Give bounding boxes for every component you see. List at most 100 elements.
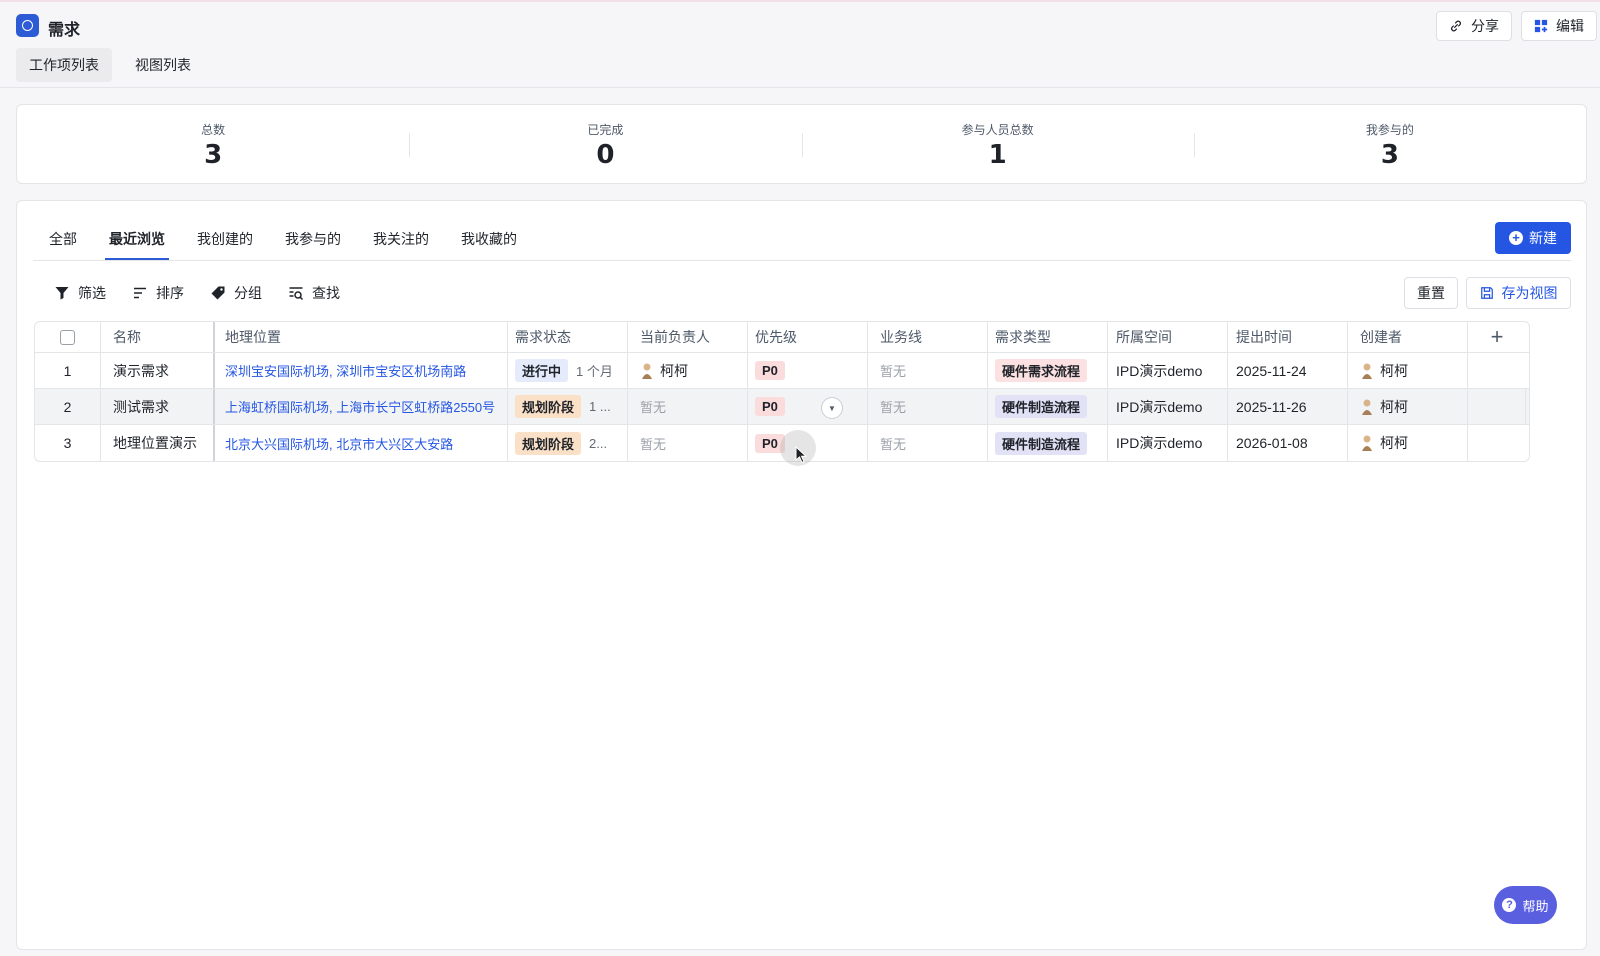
select-all-checkbox[interactable] <box>60 329 75 345</box>
save-view-button[interactable]: 存为视图 <box>1466 277 1571 309</box>
row-status[interactable]: 进行中 1 个月 <box>508 353 628 388</box>
row-business[interactable]: 暂无 <box>868 353 988 388</box>
business-value: 暂无 <box>880 436 907 452</box>
find-button[interactable]: 查找 <box>275 277 353 309</box>
creator-name: 柯柯 <box>1380 362 1408 379</box>
row-type[interactable]: 硬件制造流程 <box>988 425 1108 461</box>
header-status[interactable]: 需求状态 <box>508 322 628 352</box>
stat-value: 0 <box>596 140 615 170</box>
tab-recent[interactable]: 最近浏览 <box>93 219 181 260</box>
status-badge: 规划阶段 <box>515 395 582 418</box>
edit-button[interactable]: 编辑 <box>1521 11 1597 41</box>
row-time: 2025-11-24 <box>1228 353 1348 388</box>
tab-work-items[interactable]: 工作项列表 <box>16 48 112 82</box>
header-name[interactable]: 名称 <box>101 322 215 352</box>
row-location[interactable]: 上海虹桥国际机场, 上海市长宁区虹桥路2550号 <box>215 389 508 424</box>
row-space: IPD演示demo <box>1108 425 1228 461</box>
page-header: 需求 分享 编辑 工作项列表 视图列表 <box>0 2 1600 88</box>
location-link[interactable]: 深圳宝安国际机场, 深圳市宝安区机场南路 <box>225 361 466 380</box>
filter-icon <box>55 287 69 300</box>
avatar <box>1362 435 1372 451</box>
grid-edit-icon <box>1534 19 1548 33</box>
tab-created-by-me[interactable]: 我创建的 <box>181 219 269 259</box>
select-all-cell <box>35 322 101 352</box>
row-business[interactable]: 暂无 <box>868 389 988 424</box>
add-column-button[interactable]: + <box>1468 322 1526 352</box>
row-priority[interactable]: P0 <box>748 389 868 424</box>
row-name[interactable]: 演示需求 <box>101 353 215 388</box>
avatar <box>642 363 652 379</box>
row-business[interactable]: 暂无 <box>868 425 988 461</box>
share-label: 分享 <box>1471 18 1499 34</box>
header-owner[interactable]: 当前负责人 <box>628 322 748 352</box>
find-icon <box>289 287 304 301</box>
row-space: IPD演示demo <box>1108 389 1228 424</box>
sort-button[interactable]: 排序 <box>119 277 197 309</box>
tab-following[interactable]: 我关注的 <box>357 219 445 259</box>
tab-favorites[interactable]: 我收藏的 <box>445 219 533 259</box>
row-type[interactable]: 硬件需求流程 <box>988 353 1108 388</box>
stats-panel: 总数 3 已完成 0 参与人员总数 1 我参与的 3 <box>16 104 1587 184</box>
stat-completed: 已完成 0 <box>409 105 801 183</box>
header-business[interactable]: 业务线 <box>868 322 988 352</box>
row-spacer <box>1468 425 1526 461</box>
new-label: 新建 <box>1529 230 1557 246</box>
row-spacer <box>1468 353 1526 388</box>
sort-label: 排序 <box>156 285 184 301</box>
header-space[interactable]: 所属空间 <box>1108 322 1228 352</box>
location-link[interactable]: 北京大兴国际机场, 北京市大兴区大安路 <box>225 434 453 453</box>
save-icon <box>1480 287 1493 299</box>
creator-name: 柯柯 <box>1380 435 1408 451</box>
row-type[interactable]: 硬件制造流程 <box>988 389 1108 424</box>
row-owner[interactable]: 柯柯 <box>628 353 748 388</box>
row-priority[interactable]: P0 <box>748 353 868 388</box>
row-name[interactable]: 地理位置演示 <box>101 425 215 461</box>
reset-button[interactable]: 重置 <box>1404 277 1458 309</box>
tab-view-list[interactable]: 视图列表 <box>122 48 204 82</box>
save-view-label: 存为视图 <box>1501 285 1558 301</box>
row-name[interactable]: 测试需求 <box>101 389 215 424</box>
header-time[interactable]: 提出时间 <box>1228 322 1348 352</box>
tab-all[interactable]: 全部 <box>33 219 93 259</box>
tabs-divider <box>33 260 1571 261</box>
header-creator[interactable]: 创建者 <box>1348 322 1468 352</box>
row-owner[interactable]: 暂无 <box>628 425 748 461</box>
new-item-button[interactable]: + 新建 <box>1495 222 1571 254</box>
filter-tabs: 全部 最近浏览 我创建的 我参与的 我关注的 我收藏的 <box>33 219 533 260</box>
row-status[interactable]: 规划阶段 1 ... <box>508 389 628 424</box>
stat-label: 参与人员总数 <box>961 123 1034 137</box>
row-location[interactable]: 北京大兴国际机场, 北京市大兴区大安路 <box>215 425 508 461</box>
table-row[interactable]: 1 演示需求 深圳宝安国际机场, 深圳市宝安区机场南路 进行中 1 个月 柯柯 P… <box>35 353 1529 389</box>
stat-label: 我参与的 <box>1365 123 1414 137</box>
row-status[interactable]: 规划阶段 2... <box>508 425 628 461</box>
row-index: 3 <box>35 425 101 461</box>
header-location[interactable]: 地理位置 <box>215 322 508 352</box>
status-duration: 1 ... <box>589 399 611 414</box>
row-index: 2 <box>35 389 101 424</box>
group-button[interactable]: 分组 <box>197 277 275 309</box>
table-row[interactable]: 2 测试需求 上海虹桥国际机场, 上海市长宁区虹桥路2550号 规划阶段 1 ..… <box>35 389 1529 425</box>
stat-my-participation: 我参与的 3 <box>1193 105 1586 183</box>
avatar <box>1362 399 1372 415</box>
page-title: 需求 <box>48 22 81 39</box>
header-priority[interactable]: 优先级 <box>748 322 868 352</box>
tab-participating[interactable]: 我参与的 <box>269 219 357 259</box>
share-button[interactable]: 分享 <box>1436 11 1512 41</box>
mouse-cursor-icon <box>795 446 807 464</box>
header-type[interactable]: 需求类型 <box>988 322 1108 352</box>
row-owner[interactable]: 暂无 <box>628 389 748 424</box>
sort-icon <box>134 287 146 299</box>
question-icon: ? <box>1502 898 1517 912</box>
priority-dropdown-icon[interactable]: ▼ <box>821 397 843 419</box>
row-location[interactable]: 深圳宝安国际机场, 深圳市宝安区机场南路 <box>215 353 508 388</box>
link-icon <box>1451 20 1461 32</box>
status-badge: 进行中 <box>515 359 569 382</box>
type-badge: 硬件制造流程 <box>995 395 1088 418</box>
business-value: 暂无 <box>880 364 907 379</box>
location-link[interactable]: 上海虹桥国际机场, 上海市长宁区虹桥路2550号 <box>225 397 495 416</box>
row-time: 2025-11-26 <box>1228 389 1348 424</box>
row-time: 2026-01-08 <box>1228 425 1348 461</box>
filter-button[interactable]: 筛选 <box>41 277 119 309</box>
owner-name: 暂无 <box>640 436 667 452</box>
help-button[interactable]: ? 帮助 <box>1494 886 1557 924</box>
